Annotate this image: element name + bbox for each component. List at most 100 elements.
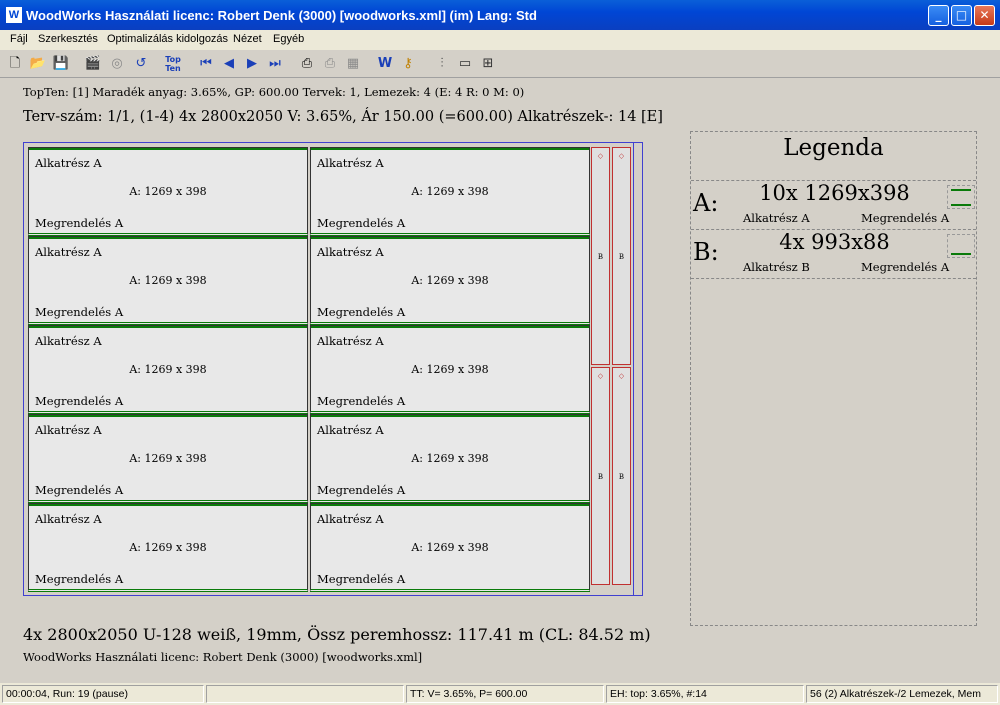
part-dimension: A: 1269 x 398 [129,274,207,287]
part-dimension: A: 1269 x 398 [411,274,489,287]
part-name: Alkatrész A [317,334,384,348]
part-dimension: A: 1269 x 398 [411,363,489,376]
part-name: Alkatrész A [317,512,384,526]
window-title: WoodWorks Használati licenc: Robert Denk… [26,8,537,23]
part-order: Megrendelés A [317,305,406,319]
part-tile[interactable]: Alkatrész A A: 1269 x 398 Megrendelés A [310,325,590,414]
menu-other[interactable]: Egyéb [273,33,304,45]
part-name: Alkatrész A [35,512,102,526]
part-dimension: A: 1269 x 398 [129,363,207,376]
part-dimension: A: 1269 x 398 [129,185,207,198]
strip-label: B [618,253,625,261]
part-order: Megrendelés A [317,394,406,408]
legend-row[interactable]: A: 10x 1269x398 Alkatrész A Megrendelés … [691,181,976,230]
strip-label: B [597,253,604,261]
part-name: Alkatrész A [317,245,384,259]
menu-edit[interactable]: Szerkesztés [38,33,98,45]
new-file-icon[interactable]: 🗋 [4,53,26,75]
part-tile[interactable]: Alkatrész A A: 1269 x 398 Megrendelés A [310,414,590,503]
strip-marker-icon: ◇ [597,152,604,160]
part-name: Alkatrész A [35,245,102,259]
next-icon[interactable]: ▶ [241,53,263,75]
refresh-icon[interactable]: ↺ [130,53,152,75]
status-tt: TT: V= 3.65%, P= 600.00 [406,685,604,703]
legend-panel: Legenda A: 10x 1269x398 Alkatrész A Megr… [690,131,977,626]
edge-swatch-icon [947,185,975,209]
strip-part[interactable]: ◇ B [591,367,610,585]
strip-part[interactable]: ◇ B [612,367,631,585]
part-name: Alkatrész A [35,334,102,348]
part-name: Alkatrész A [317,156,384,170]
legend-row[interactable]: B: 4x 993x88 Alkatrész B Megrendelés A [691,230,976,279]
tile-icon[interactable]: ⊞ [477,53,499,75]
part-order: Megrendelés A [35,305,124,319]
part-order: Megrendelés A [317,483,406,497]
strip-label: B [618,473,625,481]
save-icon[interactable]: 💾 [50,53,72,75]
menu-bar: Fájl Szerkesztés Optimalizálás kidolgozá… [0,30,1000,50]
legend-part: Alkatrész A [743,211,810,225]
legend-title: Legenda [691,132,976,181]
part-tile[interactable]: Alkatrész A A: 1269 x 398 Megrendelés A [310,503,590,592]
strip-part[interactable]: ◇ B [591,147,610,365]
license-line: WoodWorks Használati licenc: Robert Denk… [23,650,423,664]
legend-part: Alkatrész B [743,260,810,274]
part-tile[interactable]: Alkatrész A A: 1269 x 398 Megrendelés A [28,236,308,325]
part-dimension: A: 1269 x 398 [129,541,207,554]
woodworks-icon[interactable]: W [374,53,396,75]
topten-info: TopTen: [1] Maradék anyag: 3.65%, GP: 60… [23,85,525,99]
status-count: 56 (2) Alkatrészek-/2 Lemezek, Mem [806,685,998,703]
title-bar[interactable]: W WoodWorks Használati licenc: Robert De… [0,0,1000,30]
prev-icon[interactable]: ◀ [218,53,240,75]
close-button[interactable]: ✕ [974,5,995,26]
menu-view[interactable]: Nézet [233,33,262,45]
last-icon[interactable]: ⏭ [264,53,286,75]
part-order: Megrendelés A [317,572,406,586]
print-icon[interactable]: ⎙ [296,53,318,75]
clapper-icon[interactable]: 🎬 [82,53,104,75]
part-name: Alkatrész A [35,156,102,170]
app-icon[interactable]: W [6,7,22,23]
toolbar: 🗋 📂 💾 🎬 ◎ ↺ Top Ten ⏮ ◀ ▶ ⏭ ⎙ ⎙ ▦ W ⚷ ⫶ … [0,50,1000,78]
part-tile[interactable]: Alkatrész A A: 1269 x 398 Megrendelés A [28,503,308,592]
status-run: 00:00:04, Run: 19 (pause) [2,685,204,703]
open-folder-icon[interactable]: 📂 [27,53,49,75]
strip-part[interactable]: ◇ B [612,147,631,365]
edge-swatch-icon [947,234,975,258]
part-tile[interactable]: Alkatrész A A: 1269 x 398 Megrendelés A [28,414,308,503]
part-order: Megrendelés A [35,483,124,497]
part-tile[interactable]: Alkatrész A A: 1269 x 398 Megrendelés A [28,325,308,414]
maximize-button[interactable]: □ [951,5,972,26]
legend-quantity: 4x 993x88 [779,230,890,254]
part-dimension: A: 1269 x 398 [411,541,489,554]
part-name: Alkatrész A [35,423,102,437]
part-dimension: A: 1269 x 398 [129,452,207,465]
grid-icon[interactable]: ▦ [342,53,364,75]
part-order: Megrendelés A [35,216,124,230]
strip-marker-icon: ◇ [618,372,625,380]
status-eh: EH: top: 3.65%, #:14 [606,685,804,703]
legend-order: Megrendelés A [861,260,950,274]
target-icon[interactable]: ◎ [106,53,128,75]
menu-optimize[interactable]: Optimalizálás kidolgozás [107,33,228,45]
legend-order: Megrendelés A [861,211,950,225]
board-summary: 4x 2800x2050 U-128 weiß, 19mm, Össz pere… [23,625,651,644]
part-dimension: A: 1269 x 398 [411,452,489,465]
window-icon[interactable]: ▭ [454,53,476,75]
mixer-icon[interactable]: ⫶ [431,53,453,75]
topten-label-2: Ten [165,64,181,73]
status-bar: 00:00:04, Run: 19 (pause) TT: V= 3.65%, … [0,683,1000,705]
menu-file[interactable]: Fájl [10,33,28,45]
status-empty [206,685,404,703]
cutting-board[interactable]: Alkatrész A A: 1269 x 398 Megrendelés A … [23,142,643,596]
part-dimension: A: 1269 x 398 [411,185,489,198]
strip-label: B [597,473,604,481]
part-tile[interactable]: Alkatrész A A: 1269 x 398 Megrendelés A [28,147,308,236]
topten-button[interactable]: Top Ten [160,53,186,75]
part-tile[interactable]: Alkatrész A A: 1269 x 398 Megrendelés A [310,147,590,236]
minimize-button[interactable]: _ [928,5,949,26]
print-preview-icon[interactable]: ⎙ [319,53,341,75]
key-icon[interactable]: ⚷ [397,53,419,75]
first-icon[interactable]: ⏮ [195,53,217,75]
part-tile[interactable]: Alkatrész A A: 1269 x 398 Megrendelés A [310,236,590,325]
